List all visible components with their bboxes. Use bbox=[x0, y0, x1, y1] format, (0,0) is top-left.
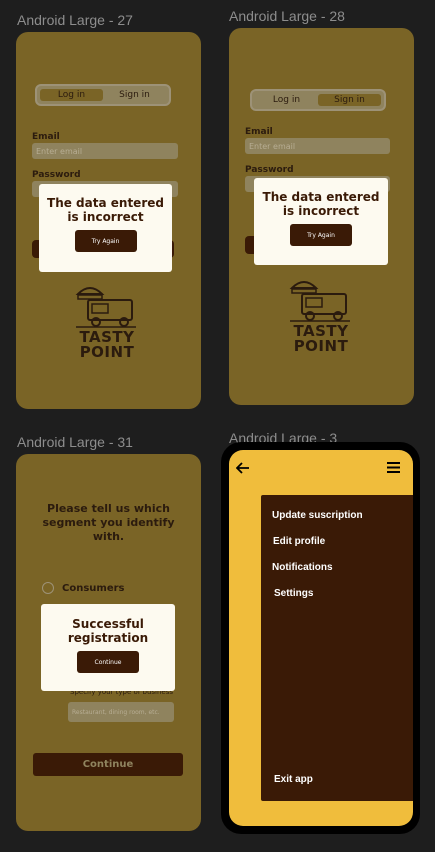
tab-signin[interactable]: Sign in bbox=[103, 89, 166, 101]
email-label: Email bbox=[32, 132, 60, 142]
frame-title: Android Large - 28 bbox=[229, 8, 345, 24]
logo-line-2: POINT bbox=[79, 343, 135, 361]
menu-item-update-subscription[interactable]: Update suscription bbox=[272, 510, 363, 521]
screen-menu: Update suscription Edit profile Notifica… bbox=[229, 450, 413, 826]
food-truck-logo-icon bbox=[75, 287, 136, 328]
menu-item-notifications[interactable]: Notifications bbox=[272, 562, 333, 573]
menu-item-edit-profile[interactable]: Edit profile bbox=[273, 536, 325, 547]
menu-item-exit-app[interactable]: Exit app bbox=[274, 774, 313, 785]
password-label: Password bbox=[32, 170, 81, 180]
tab-signin[interactable]: Sign in bbox=[318, 94, 381, 106]
tab-login[interactable]: Log in bbox=[40, 89, 103, 101]
email-input[interactable]: Enter email bbox=[245, 138, 390, 154]
error-message: The data entered is incorrect bbox=[262, 190, 380, 218]
password-label: Password bbox=[245, 165, 294, 175]
error-modal: The data entered is incorrect Try Again bbox=[39, 184, 172, 272]
try-again-button[interactable]: Try Again bbox=[74, 230, 137, 252]
consumers-radio[interactable] bbox=[42, 582, 54, 594]
email-label: Email bbox=[245, 127, 273, 137]
logo-line-2: POINT bbox=[293, 337, 349, 355]
email-input[interactable]: Enter email bbox=[32, 143, 178, 159]
success-message: Successful registration bbox=[67, 617, 149, 645]
error-modal: The data entered is incorrect Try Again bbox=[254, 178, 388, 265]
business-type-input[interactable]: Restaurant, dining room, etc. bbox=[68, 702, 174, 722]
screen-login-error: Log in Sign in Email Enter email Passwor… bbox=[16, 32, 201, 409]
error-message: The data entered is incorrect bbox=[47, 196, 164, 224]
try-again-button[interactable]: Try Again bbox=[290, 224, 352, 246]
success-modal: Successful registration Continue bbox=[41, 604, 175, 691]
hamburger-icon[interactable] bbox=[387, 462, 400, 473]
logo-text: TASTY POINT bbox=[74, 330, 140, 360]
success-continue-button[interactable]: Continue bbox=[77, 651, 139, 673]
menu-item-settings[interactable]: Settings bbox=[274, 588, 313, 599]
frame-title: Android Large - 31 bbox=[17, 434, 133, 450]
tab-login[interactable]: Log in bbox=[255, 94, 318, 106]
screen-segment-success: Please tell us which segment you identif… bbox=[16, 454, 201, 831]
continue-button[interactable]: Continue bbox=[33, 753, 183, 776]
frame-title: Android Large - 27 bbox=[17, 12, 133, 28]
consumers-label: Consumers bbox=[62, 583, 125, 594]
auth-tabs: Log in Sign in bbox=[250, 89, 386, 111]
segment-heading: Please tell us which segment you identif… bbox=[42, 502, 175, 543]
logo-text: TASTY POINT bbox=[288, 324, 354, 354]
auth-tabs: Log in Sign in bbox=[35, 84, 171, 106]
food-truck-logo-icon bbox=[289, 281, 350, 322]
menu-panel: Update suscription Edit profile Notifica… bbox=[261, 495, 413, 801]
arrow-left-icon[interactable] bbox=[236, 462, 250, 474]
screen-signin-error: Log in Sign in Email Enter email Passwor… bbox=[229, 28, 414, 405]
